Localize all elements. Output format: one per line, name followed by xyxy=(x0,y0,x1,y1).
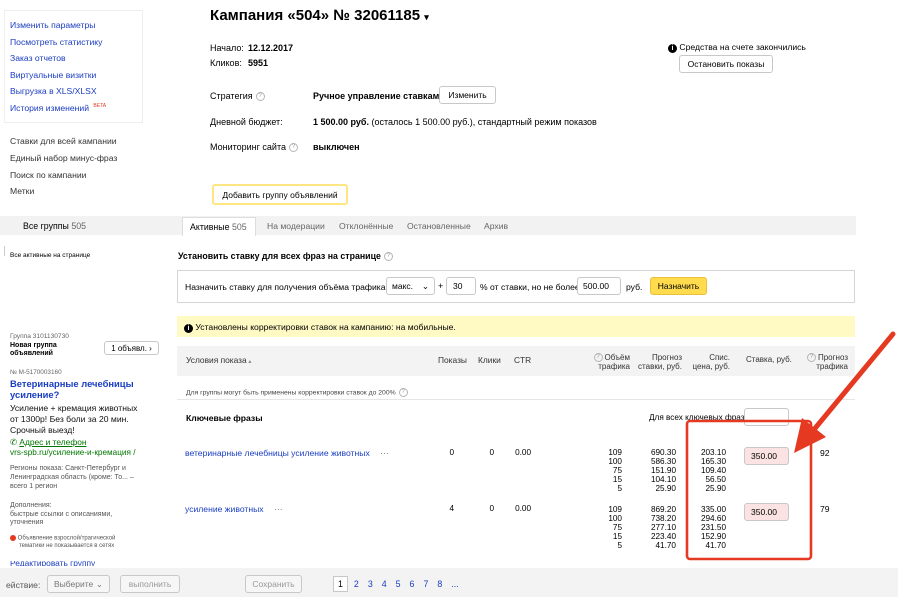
page-link-5[interactable]: 5 xyxy=(396,579,401,589)
page-link-2[interactable]: 2 xyxy=(354,579,359,589)
page-link-6[interactable]: 6 xyxy=(410,579,415,589)
chevron-down-icon: ⌄ xyxy=(95,578,103,589)
page-link-3[interactable]: 3 xyxy=(368,579,373,589)
run-action-button[interactable]: выполнить xyxy=(120,575,180,593)
page-link-4[interactable]: 4 xyxy=(382,579,387,589)
page-link-8[interactable]: 8 xyxy=(437,579,442,589)
action-label: ействие: xyxy=(6,580,41,590)
annotation-overlay xyxy=(685,331,896,561)
page-link-more[interactable]: ... xyxy=(451,579,458,589)
save-button[interactable]: Сохранить xyxy=(245,575,302,593)
action-select-label: Выберите xyxy=(54,579,94,589)
pagination: 1 2 3 4 5 6 7 8 ... xyxy=(333,575,459,593)
page-current[interactable]: 1 xyxy=(333,576,348,592)
action-select[interactable]: Выберите ⌄ xyxy=(47,575,110,593)
annotation-arrow-line xyxy=(809,331,896,435)
annotation-box xyxy=(685,419,813,561)
page-link-7[interactable]: 7 xyxy=(423,579,428,589)
